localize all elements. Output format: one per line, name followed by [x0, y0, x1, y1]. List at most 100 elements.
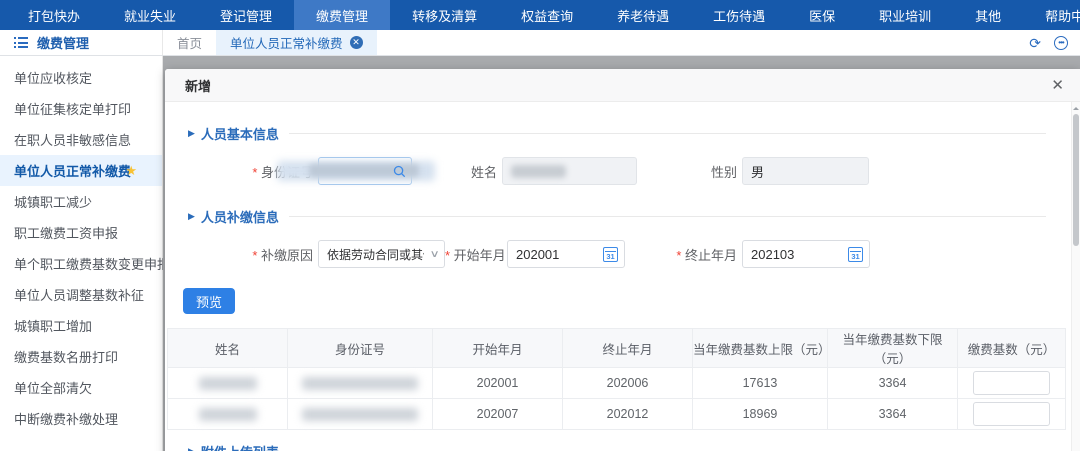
nav-item-help[interactable]: 帮助中心: [1023, 0, 1080, 30]
redacted-name: [199, 377, 257, 390]
tab-home[interactable]: 首页: [163, 30, 216, 55]
tab-label: 单位人员正常补缴费: [230, 33, 343, 52]
scrollbar-thumb[interactable]: [1073, 114, 1079, 246]
sidebar-item[interactable]: 城镇职工增加: [0, 310, 162, 341]
cell-lower: 3364: [828, 368, 958, 399]
table-header-row: 姓名 身份证号 开始年月 终止年月 当年缴费基数上限（元） 当年缴费基数下限（元…: [168, 329, 1066, 368]
sidebar-item[interactable]: 单位征集核定单打印: [0, 93, 162, 124]
sidebar-item[interactable]: 单位应收核定: [0, 62, 162, 93]
cell-start: 202007: [433, 399, 563, 430]
sidebar-item[interactable]: 单位全部清欠: [0, 372, 162, 403]
new-record-modal: 新增 ✕ ▶ 人员基本信息 身份证号: [165, 69, 1080, 451]
nav-item-package[interactable]: 打包快办: [6, 0, 102, 30]
col-start: 开始年月: [433, 329, 563, 368]
scrollbar-up-arrow[interactable]: [1073, 104, 1079, 110]
cell-upper: 17613: [693, 368, 828, 399]
sidebar-item[interactable]: 城镇职工减少: [0, 186, 162, 217]
nav-item-training[interactable]: 职业培训: [857, 0, 953, 30]
cell-end: 202006: [563, 368, 693, 399]
col-end: 终止年月: [563, 329, 693, 368]
modal-close-icon[interactable]: ✕: [1051, 78, 1064, 93]
cell-name: [168, 399, 288, 430]
cell-id: [288, 399, 433, 430]
more-options-icon[interactable]: •••: [1054, 36, 1068, 50]
search-icon[interactable]: [393, 165, 406, 178]
base-amount-input[interactable]: [973, 371, 1050, 395]
section-arrow-icon: ▶: [188, 128, 195, 139]
reason-value: 依据劳动合同或其他劳动: [327, 246, 424, 263]
tab-close-icon[interactable]: ✕: [350, 36, 363, 49]
sidebar-item[interactable]: 中断缴费补缴处理: [0, 403, 162, 434]
favorite-star-icon[interactable]: ★: [125, 163, 137, 179]
chevron-down-icon: ∨: [429, 249, 439, 260]
redacted-id: [302, 377, 418, 390]
col-name: 姓名: [168, 329, 288, 368]
calendar-icon[interactable]: [603, 247, 618, 262]
sidebar-title: 缴费管理: [37, 33, 89, 52]
cell-lower: 3364: [828, 399, 958, 430]
end-month-input[interactable]: 202103: [742, 240, 870, 268]
top-nav: 打包快办 就业失业 登记管理 缴费管理 转移及清算 权益查询 养老待遇 工伤待遇…: [0, 0, 1080, 30]
nav-item-pension[interactable]: 养老待遇: [595, 0, 691, 30]
reason-label: 补缴原因: [185, 245, 313, 264]
nav-item-payment-active[interactable]: 缴费管理: [294, 0, 390, 30]
id-number-input[interactable]: [318, 157, 412, 185]
sidebar-item[interactable]: 在职人员非敏感信息: [0, 124, 162, 155]
nav-item-medical[interactable]: 医保: [787, 0, 857, 30]
start-month-value: 202001: [516, 247, 559, 262]
start-month-input[interactable]: 202001: [507, 240, 625, 268]
col-base: 缴费基数（元）: [958, 329, 1066, 368]
nav-item-other[interactable]: 其他: [953, 0, 1023, 30]
end-month-label: 终止年月: [625, 245, 737, 264]
section-title: 人员基本信息: [201, 124, 279, 143]
basic-info-row: 身份证号 姓名 性别: [185, 157, 1070, 185]
modal-header: 新增 ✕: [165, 69, 1080, 102]
calendar-icon[interactable]: [848, 247, 863, 262]
gender-value: 男: [751, 162, 764, 181]
cell-end: 202012: [563, 399, 693, 430]
gender-label: 性别: [637, 162, 737, 181]
tab-bar: 首页 单位人员正常补缴费 ✕ ⟳ •••: [163, 30, 1080, 55]
cell-base: [958, 368, 1066, 399]
cell-base: [958, 399, 1066, 430]
nav-item-registration[interactable]: 登记管理: [198, 0, 294, 30]
preview-button[interactable]: 预览: [183, 288, 235, 314]
nav-item-injury[interactable]: 工伤待遇: [691, 0, 787, 30]
base-amount-input[interactable]: [973, 402, 1050, 426]
col-upper: 当年缴费基数上限（元）: [693, 329, 828, 368]
nav-item-rights-query[interactable]: 权益查询: [499, 0, 595, 30]
section-attachments[interactable]: ▶ 附件上传列表: [188, 442, 1046, 451]
sidebar-item[interactable]: 缴费基数名册打印: [0, 341, 162, 372]
cell-id: [288, 368, 433, 399]
cell-start: 202001: [433, 368, 563, 399]
table-row: 202007 202012 18969 3364: [168, 399, 1066, 430]
gender-input: 男: [742, 157, 869, 185]
menu-list-icon[interactable]: [14, 37, 28, 48]
supplement-info-row: 补缴原因 依据劳动合同或其他劳动 ∨ 开始年月 202001 终止年月 2021: [185, 240, 1070, 268]
dimmed-backdrop: 新增 ✕ ▶ 人员基本信息 身份证号: [163, 56, 1080, 451]
sidebar-header: 缴费管理: [0, 30, 163, 55]
redacted-id: [302, 408, 418, 421]
sidebar-item-active[interactable]: 单位人员正常补缴费 ★: [0, 155, 162, 186]
section-title: 人员补缴信息: [201, 207, 279, 226]
reason-select[interactable]: 依据劳动合同或其他劳动 ∨: [318, 240, 445, 268]
sidebar-item[interactable]: 单位人员调整基数补征: [0, 279, 162, 310]
name-input: [502, 157, 637, 185]
col-id: 身份证号: [288, 329, 433, 368]
modal-scrollbar: [1071, 102, 1080, 451]
redacted-name: [199, 408, 257, 421]
supplement-table: 姓名 身份证号 开始年月 终止年月 当年缴费基数上限（元） 当年缴费基数下限（元…: [167, 328, 1066, 430]
section-basic-info[interactable]: ▶ 人员基本信息: [188, 124, 1046, 143]
sidebar-item[interactable]: 职工缴费工资申报: [0, 217, 162, 248]
modal-body: ▶ 人员基本信息 身份证号 姓名: [165, 102, 1080, 451]
start-month-label: 开始年月: [445, 245, 502, 264]
col-lower: 当年缴费基数下限（元）: [828, 329, 958, 368]
redacted-name-value: [511, 165, 566, 178]
sidebar-item[interactable]: 单个职工缴费基数变更申报: [0, 248, 162, 279]
section-arrow-icon: ▶: [188, 211, 195, 222]
nav-item-transfer[interactable]: 转移及清算: [390, 0, 499, 30]
nav-item-employment[interactable]: 就业失业: [102, 0, 198, 30]
refresh-icon[interactable]: ⟳: [1029, 36, 1041, 50]
tab-supplement-payment[interactable]: 单位人员正常补缴费 ✕: [216, 30, 377, 55]
section-supplement-info[interactable]: ▶ 人员补缴信息: [188, 207, 1046, 226]
